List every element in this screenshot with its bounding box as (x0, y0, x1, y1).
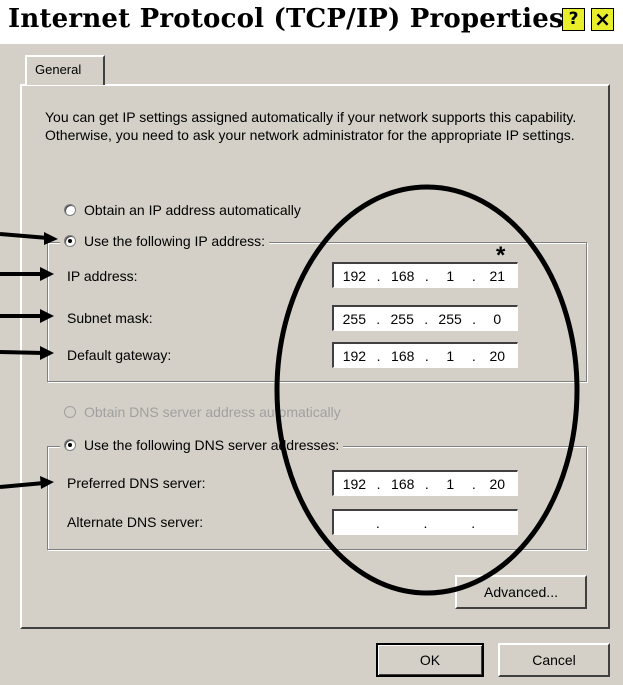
octet: 192 (342, 347, 367, 364)
radio-unchecked-icon (64, 204, 76, 216)
preferred-dns-input[interactable]: 192. 168. 1. 20 (332, 470, 518, 496)
radio-use-following-dns[interactable]: Use the following DNS server addresses: (60, 437, 344, 453)
radio-label: Use the following IP address: (84, 233, 266, 249)
subnet-mask-label: Subnet mask: (67, 310, 153, 326)
octet: 192 (342, 267, 367, 284)
cancel-button[interactable]: Cancel (498, 643, 610, 677)
tab-general[interactable]: General (25, 55, 105, 85)
subnet-mask-input[interactable]: 255. 255. 255. 0 (332, 305, 518, 331)
octet: 168 (391, 267, 415, 284)
octet: 1 (446, 475, 455, 492)
title-bar: Internet Protocol (TCP/IP) Properties ? … (0, 0, 623, 44)
octet: 20 (489, 475, 506, 492)
radio-obtain-ip-auto[interactable]: Obtain an IP address automatically (64, 202, 305, 218)
octet-separator: . (471, 475, 476, 492)
help-button[interactable]: ? (562, 8, 585, 31)
ip-address-input[interactable]: 192. 168. 1. 21 (332, 262, 518, 288)
close-button[interactable]: × (591, 8, 614, 31)
octet: 255 (342, 310, 366, 327)
octet-separator: . (423, 514, 428, 531)
octet-separator: . (471, 267, 476, 284)
radio-use-following-ip[interactable]: Use the following IP address: (60, 233, 270, 249)
octet-separator: . (376, 310, 381, 327)
ok-button[interactable]: OK (376, 643, 484, 677)
octet-separator: . (472, 310, 476, 327)
octet-separator: . (375, 514, 380, 531)
octet: 0 (493, 310, 502, 327)
preferred-dns-label: Preferred DNS server: (67, 475, 206, 491)
asterisk-marker: * (496, 242, 506, 269)
default-gateway-label: Default gateway: (67, 347, 172, 363)
octet: 1 (446, 267, 455, 284)
radio-label: Obtain an IP address automatically (84, 202, 301, 218)
octet-separator: . (424, 347, 429, 364)
radio-checked-icon (64, 235, 76, 247)
octet-separator: . (471, 514, 476, 531)
octet: 168 (391, 347, 415, 364)
octet-separator: . (424, 267, 429, 284)
octet-separator: . (376, 475, 381, 492)
octet-separator: . (376, 347, 381, 364)
advanced-button[interactable]: Advanced... (455, 575, 587, 609)
octet-separator: . (471, 347, 476, 364)
octet: 255 (390, 310, 414, 327)
window-title: Internet Protocol (TCP/IP) Properties (8, 4, 564, 34)
octet-separator: . (376, 267, 381, 284)
octet: 20 (489, 347, 506, 364)
octet-separator: . (424, 475, 429, 492)
radio-label: Obtain DNS server address automatically (84, 404, 341, 420)
ip-address-label: IP address: (67, 268, 138, 284)
radio-disabled-icon (64, 406, 76, 418)
octet: 192 (342, 475, 367, 492)
alternate-dns-label: Alternate DNS server: (67, 514, 204, 530)
octet: 1 (446, 347, 455, 364)
intro-text: You can get IP settings assigned automat… (45, 109, 577, 143)
octet-separator: . (424, 310, 429, 327)
radio-obtain-dns-auto: Obtain DNS server address automatically (64, 404, 345, 420)
octet: 168 (391, 475, 415, 492)
default-gateway-input[interactable]: 192. 168. 1. 20 (332, 342, 518, 368)
octet: 255 (438, 310, 462, 327)
tcpip-properties-dialog: Internet Protocol (TCP/IP) Properties ? … (0, 0, 623, 685)
radio-checked-icon (64, 439, 76, 451)
radio-label: Use the following DNS server addresses: (84, 437, 340, 453)
alternate-dns-input[interactable]: . . . (332, 509, 518, 535)
